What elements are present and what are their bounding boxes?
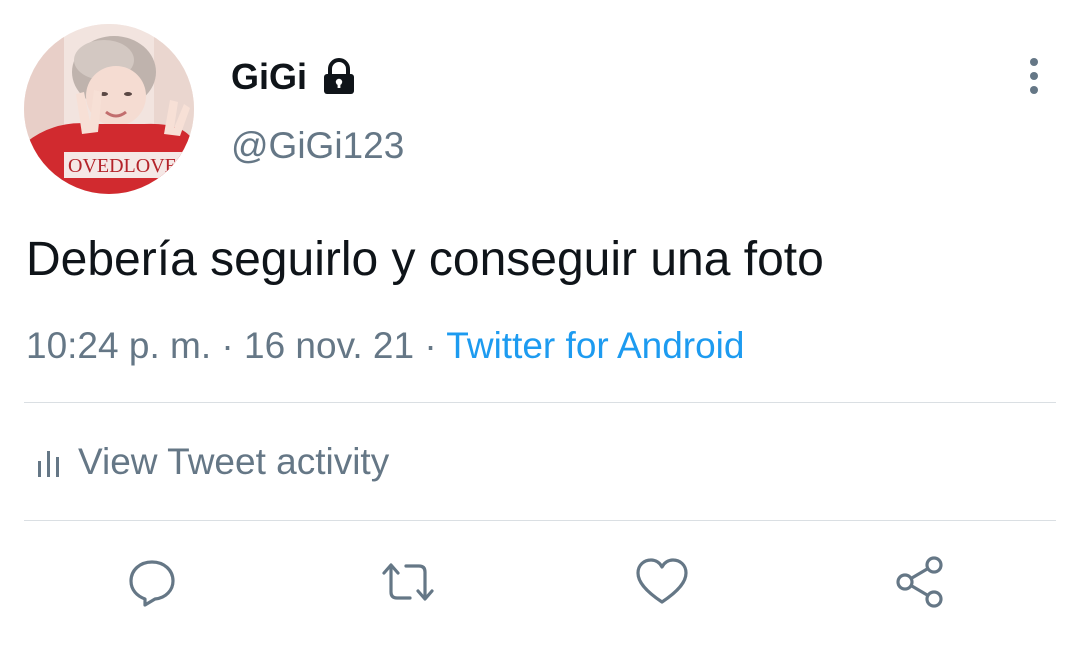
retweet-button[interactable]	[378, 552, 438, 612]
like-button[interactable]	[632, 552, 692, 612]
meta-separator: ·	[424, 325, 437, 366]
view-tweet-activity-label: View Tweet activity	[78, 441, 390, 482]
more-options-icon[interactable]	[1018, 56, 1050, 96]
divider	[24, 520, 1056, 521]
tweet-source-link[interactable]: Twitter for Android	[446, 325, 744, 366]
avatar-image: OVEDLOVE	[24, 24, 194, 194]
reply-button[interactable]	[122, 552, 182, 612]
lock-icon	[324, 58, 355, 94]
tweet-detail: OVEDLOVE GiGi @GiGi123 Debería seguirlo …	[0, 0, 1080, 659]
user-handle[interactable]: @GiGi123	[231, 124, 404, 168]
share-icon	[896, 556, 943, 608]
tweet-time: 10:24 p. m.	[26, 325, 212, 366]
reply-icon	[129, 560, 175, 607]
bar-chart-icon	[38, 451, 59, 477]
view-tweet-activity-button[interactable]: View Tweet activity	[36, 436, 389, 488]
tweet-date: 16 nov. 21	[244, 325, 415, 366]
tweet-actions-bar	[0, 552, 1080, 612]
retweet-icon	[382, 563, 434, 601]
avatar-shirt-text: OVEDLOVE	[68, 155, 177, 177]
tweet-text: Debería seguirlo y conseguir una foto	[26, 233, 824, 286]
meta-separator: ·	[221, 325, 234, 366]
divider	[24, 402, 1056, 403]
heart-icon	[636, 558, 688, 604]
tweet-metadata: 10:24 p. m. · 16 nov. 21 · Twitter for A…	[26, 322, 744, 370]
display-name-row: GiGi	[231, 54, 357, 100]
share-button[interactable]	[890, 552, 950, 612]
avatar[interactable]: OVEDLOVE	[24, 24, 194, 194]
display-name[interactable]: GiGi	[231, 59, 307, 95]
